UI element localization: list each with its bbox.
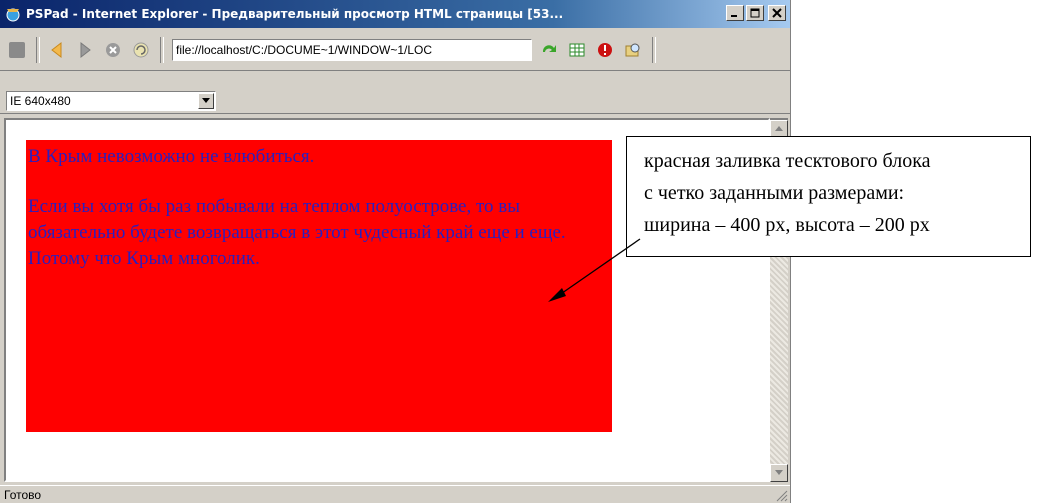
callout-line-3: ширина – 400 px, высота – 200 px (644, 214, 930, 236)
status-text: Готово (4, 488, 42, 502)
status-bar: Готово (0, 485, 790, 503)
chevron-down-icon (775, 470, 783, 475)
window-title: PSPad - Internet Explorer - Предваритель… (26, 7, 564, 21)
preview-size-value: IE 640x480 (10, 94, 71, 108)
close-button[interactable] (768, 5, 786, 21)
search-icon[interactable] (622, 39, 644, 61)
annotation-callout: красная заливка тесктового блока с четко… (626, 136, 1031, 257)
title-bar[interactable]: PSPad - Internet Explorer - Предваритель… (0, 0, 790, 28)
maximize-icon (750, 8, 760, 18)
toolbar-divider (36, 37, 40, 63)
grid-icon[interactable] (566, 39, 588, 61)
chevron-up-icon (775, 126, 783, 131)
cancel-icon[interactable] (102, 39, 124, 61)
app-icon[interactable] (4, 5, 22, 23)
toolbar-divider (160, 37, 164, 63)
error-icon[interactable] (594, 39, 616, 61)
minimize-button[interactable] (726, 5, 744, 21)
callout-line-1: красная заливка тесктового блока (644, 150, 931, 172)
block-heading: В Крым невозможно не влюбиться. (28, 146, 315, 167)
minimize-icon (731, 15, 737, 17)
address-input[interactable]: file://localhost/C:/DOCUME~1/WINDOW~1/LO… (172, 39, 532, 61)
callout-line-2: с четко заданными размерами: (644, 182, 905, 204)
preview-size-select[interactable]: IE 640x480 (6, 91, 216, 111)
go-icon[interactable] (538, 39, 560, 61)
preview-options-bar: IE 640x480 (0, 85, 790, 114)
maximize-button[interactable] (746, 5, 764, 21)
red-text-block: В Крым невозможно не влюбиться. Если вы … (26, 140, 612, 432)
chevron-down-icon[interactable] (198, 93, 214, 109)
resize-grip-icon[interactable] (774, 488, 788, 502)
close-icon (772, 8, 782, 18)
forward-icon[interactable] (74, 39, 96, 61)
refresh-icon[interactable] (130, 39, 152, 61)
block-paragraph: Если вы хотя бы раз побывали на теплом п… (28, 196, 566, 269)
scroll-down-button[interactable] (770, 464, 788, 482)
back-icon[interactable] (46, 39, 68, 61)
toolbar-divider (652, 37, 656, 63)
stop-icon[interactable] (6, 39, 28, 61)
toolbar: file://localhost/C:/DOCUME~1/WINDOW~1/LO… (0, 30, 790, 71)
